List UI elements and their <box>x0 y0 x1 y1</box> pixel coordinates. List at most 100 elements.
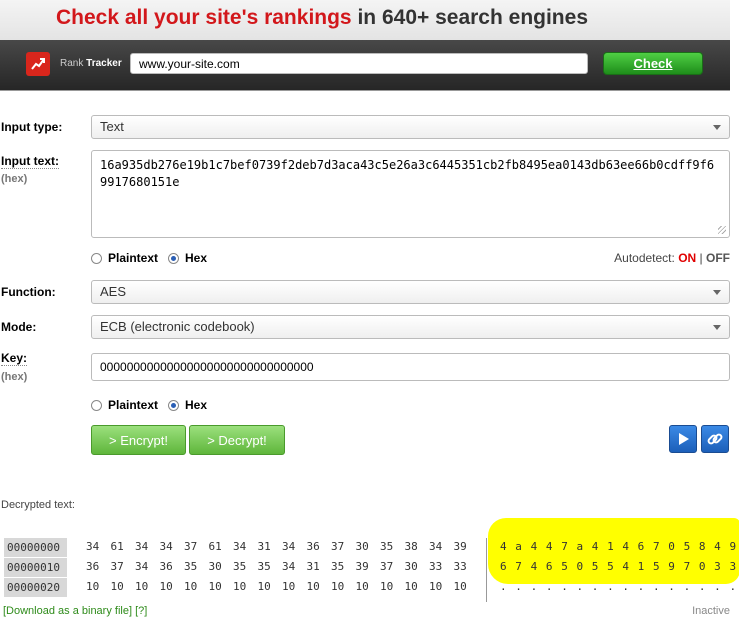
ascii-char: . <box>622 580 629 593</box>
hex-byte: 10 <box>331 580 345 593</box>
check-button[interactable]: Check <box>603 52 703 75</box>
ad-banner[interactable]: Check all your site's rankings in 640+ s… <box>0 0 730 91</box>
run-button[interactable] <box>669 425 697 453</box>
hex-radio[interactable] <box>168 252 180 264</box>
play-icon <box>679 433 689 445</box>
hex-byte: 34 <box>429 540 443 553</box>
ascii-char: a <box>576 540 584 553</box>
hex-byte: 34 <box>159 540 173 553</box>
hex-byte: 30 <box>355 540 369 553</box>
function-select[interactable]: AES <box>91 280 730 304</box>
rank-tracker-brand: Rank Tracker <box>60 58 122 69</box>
hex-byte: 35 <box>184 560 198 573</box>
ascii-char: 8 <box>698 540 706 553</box>
hex-byte: 10 <box>110 580 124 593</box>
autodetect-on[interactable]: ON <box>678 251 696 265</box>
mode-select[interactable]: ECB (electronic codebook) <box>91 315 730 339</box>
plaintext-radio-label[interactable]: Plaintext <box>108 251 158 265</box>
hex-byte: 37 <box>110 560 124 573</box>
hex-byte: 10 <box>429 580 443 593</box>
encrypt-button[interactable]: > Encrypt! <box>91 425 186 455</box>
download-binary-link[interactable]: [Download as a binary file] <box>3 605 132 617</box>
hex-byte: 10 <box>282 580 296 593</box>
key-plaintext-radio-label[interactable]: Plaintext <box>108 398 158 412</box>
plaintext-radio[interactable] <box>91 252 102 264</box>
hex-byte: 35 <box>331 560 345 573</box>
ascii-char: . <box>561 580 568 593</box>
key-hex-radio-label[interactable]: Hex <box>185 398 207 412</box>
ascii-char: . <box>591 580 599 593</box>
ascii-char: 4 <box>622 540 629 553</box>
ascii-char: 1 <box>637 560 645 573</box>
hex-byte: 34 <box>135 560 149 573</box>
ascii-char: 9 <box>729 540 737 553</box>
ascii-char: . <box>652 580 660 593</box>
ascii-char: . <box>668 580 675 593</box>
hex-byte: 10 <box>159 580 173 593</box>
ascii-char: 0 <box>698 560 706 573</box>
key-plaintext-radio[interactable] <box>91 399 102 411</box>
ascii-char: 3 <box>729 560 737 573</box>
chevron-down-icon <box>713 325 721 330</box>
input-type-label: Input type: <box>1 120 63 134</box>
ascii-char: . <box>683 580 691 593</box>
hex-byte: 10 <box>257 580 271 593</box>
ascii-char: 9 <box>668 560 675 573</box>
function-label: Function: <box>1 285 56 299</box>
chevron-down-icon <box>713 290 721 295</box>
ascii-char: 4 <box>622 560 629 573</box>
input-text-label: Input text: <box>1 154 59 169</box>
key-input[interactable]: 00000000000000000000000000000000 <box>91 353 730 381</box>
hex-byte: 34 <box>282 540 296 553</box>
banner-headline: Check all your site's rankings in 640+ s… <box>56 6 588 29</box>
download-links: [Download as a binary file] [?] <box>3 605 147 617</box>
row-bytes: 34 61 34 34 37 61 34 31 34 36 37 30 35 38 34 39 <box>86 540 478 553</box>
autodetect-off[interactable]: OFF <box>706 251 730 265</box>
hex-radio-label[interactable]: Hex <box>185 251 207 265</box>
ascii-char: . <box>500 580 507 593</box>
input-type-select[interactable]: Text <box>91 115 730 139</box>
decrypt-button[interactable]: > Decrypt! <box>189 425 285 455</box>
hex-byte: 39 <box>453 540 467 553</box>
key-hex-radio[interactable] <box>168 399 180 411</box>
status-text: Inactive <box>692 605 730 617</box>
ascii-char: 5 <box>561 560 568 573</box>
ascii-char: 4 <box>545 540 553 553</box>
ascii-char: . <box>607 580 614 593</box>
hex-byte: 35 <box>380 540 394 553</box>
input-format-radios: Plaintext Hex <box>91 251 207 265</box>
hex-byte: 36 <box>159 560 173 573</box>
hex-byte: 37 <box>184 540 198 553</box>
row-offset: 00000010 <box>4 558 67 577</box>
ascii-char: . <box>698 580 706 593</box>
ascii-char: 3 <box>714 560 721 573</box>
resize-grip-icon[interactable] <box>718 226 726 234</box>
ascii-char: 7 <box>652 540 660 553</box>
hex-byte: 10 <box>453 580 467 593</box>
mode-label: Mode: <box>1 320 37 334</box>
ascii-char: 0 <box>668 540 675 553</box>
hex-byte: 10 <box>86 580 100 593</box>
ascii-char: . <box>515 580 522 593</box>
ascii-char: 7 <box>683 560 691 573</box>
ascii-char: . <box>714 580 721 593</box>
ascii-char: 0 <box>576 560 584 573</box>
ascii-char: . <box>545 580 553 593</box>
permalink-button[interactable] <box>701 425 729 453</box>
key-format-radios: Plaintext Hex <box>91 398 207 412</box>
hex-byte: 36 <box>306 540 320 553</box>
ascii-char: 5 <box>591 560 599 573</box>
ascii-char: 4 <box>500 540 507 553</box>
hex-row: 00000000 34 61 34 34 37 61 34 31 34 36 37 30 35 38 34 3… <box>0 538 739 558</box>
row-offset: 00000020 <box>4 578 67 597</box>
hex-byte: 10 <box>355 580 369 593</box>
hex-byte: 10 <box>404 580 418 593</box>
help-link[interactable]: [?] <box>135 605 147 617</box>
ascii-char: 6 <box>637 540 645 553</box>
ascii-char: 5 <box>683 540 691 553</box>
site-url-input[interactable]: www.your-site.com <box>130 53 588 74</box>
ascii-char: 6 <box>545 560 553 573</box>
ascii-char: 4 <box>714 540 721 553</box>
input-text-area[interactable]: 16a935db276e19b1c7bef0739f2deb7d3aca43c5… <box>91 150 730 238</box>
ascii-char: 4 <box>530 560 538 573</box>
